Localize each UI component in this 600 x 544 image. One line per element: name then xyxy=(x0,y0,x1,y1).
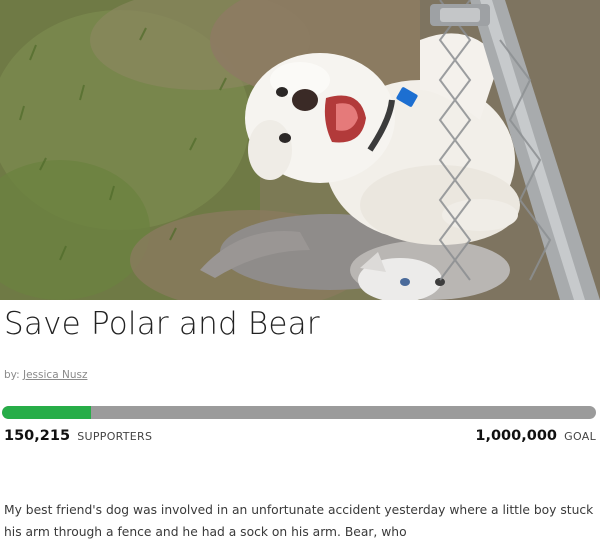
supporters-label: SUPPORTERS xyxy=(77,430,153,443)
goal-label: GOAL xyxy=(564,430,596,443)
goal-stat: 1,000,000 GOAL xyxy=(475,428,596,444)
supporters-count: 150,215 xyxy=(4,428,71,444)
campaign-stats: 150,215 SUPPORTERS 1,000,000 GOAL xyxy=(4,428,596,448)
goal-count: 1,000,000 xyxy=(475,428,558,444)
campaign-description: My best friend's dog was involved in an … xyxy=(4,503,594,539)
supporters-stat: 150,215 SUPPORTERS xyxy=(4,428,152,444)
byline: by: Jessica Nusz xyxy=(4,369,87,381)
author-link[interactable]: Jessica Nusz xyxy=(23,369,87,381)
byline-prefix: by: xyxy=(4,369,20,381)
campaign-title: Save Polar and Bear xyxy=(4,306,320,342)
campaign-hero-photo xyxy=(0,0,600,300)
supporters-progress-bar xyxy=(2,406,596,419)
progress-bar-fill xyxy=(2,406,92,419)
